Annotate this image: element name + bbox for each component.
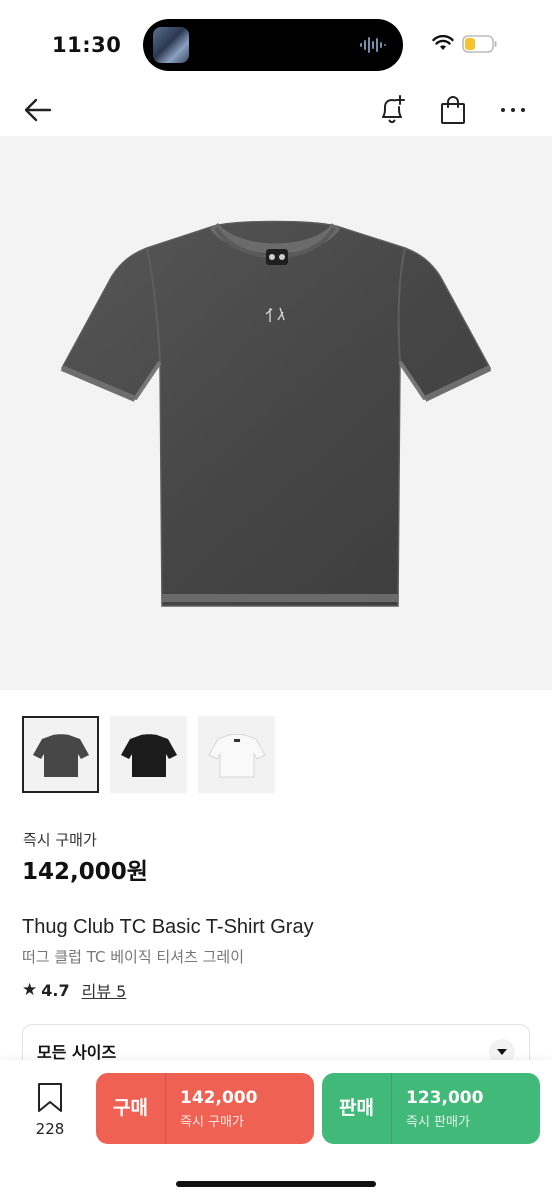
buy-sub-label: 즉시 구매가 xyxy=(180,1114,244,1130)
sell-sub-label: 즉시 판매가 xyxy=(406,1114,470,1130)
shopping-bag-icon xyxy=(441,96,465,124)
battery-icon xyxy=(462,35,497,53)
price-alert-button[interactable] xyxy=(373,90,413,130)
buy-button[interactable]: 구매 142,000 즉시 구매가 xyxy=(96,1073,314,1144)
gray-tshirt-image xyxy=(60,220,492,607)
status-time: 11:30 xyxy=(52,33,122,57)
home-indicator[interactable] xyxy=(176,1181,376,1187)
rating-row: ★ 4.7 리뷰 5 xyxy=(22,978,126,1002)
bottom-action-bar: 228 구매 142,000 즉시 구매가 판매 123,000 즉시 판매가 xyxy=(0,1060,552,1200)
white-tshirt-thumbnail xyxy=(207,733,266,777)
sell-label: 판매 xyxy=(322,1073,392,1144)
sell-price: 123,000 xyxy=(406,1087,484,1108)
wishlist-button[interactable]: 228 xyxy=(30,1082,70,1138)
buy-label: 구매 xyxy=(96,1073,166,1144)
gray-tshirt-thumbnail xyxy=(32,733,89,777)
sell-button[interactable]: 판매 123,000 즉시 판매가 xyxy=(322,1073,540,1144)
instant-buy-price-label: 즉시 구매가 xyxy=(23,831,97,849)
buy-price: 142,000 xyxy=(180,1087,258,1108)
wifi-icon xyxy=(432,35,454,50)
rating-value: 4.7 xyxy=(41,980,70,1000)
thumbnail-white[interactable] xyxy=(198,716,275,793)
thumbnail-list xyxy=(22,716,275,793)
product-hero-image[interactable] xyxy=(0,136,552,690)
more-dots-icon xyxy=(501,108,525,112)
back-arrow-icon xyxy=(24,98,52,122)
shopping-bag-button[interactable] xyxy=(433,90,473,130)
dynamic-island[interactable] xyxy=(143,19,403,71)
sell-info: 123,000 즉시 판매가 xyxy=(392,1088,483,1130)
top-nav-bar xyxy=(0,84,552,136)
back-button[interactable] xyxy=(18,90,58,130)
buy-info: 142,000 즉시 구매가 xyxy=(166,1088,257,1130)
review-link[interactable]: 리뷰 5 xyxy=(82,978,127,1002)
instant-buy-price: 142,000원 xyxy=(22,859,148,885)
product-name-english: Thug Club TC Basic T-Shirt Gray xyxy=(22,916,314,938)
now-playing-artwork xyxy=(153,27,189,63)
product-name-korean: 떠그 클럽 TC 베이직 티셔츠 그레이 xyxy=(22,948,244,966)
status-bar: 11:30 xyxy=(0,0,552,84)
black-tshirt-thumbnail xyxy=(120,733,177,777)
more-options-button[interactable] xyxy=(493,90,533,130)
thumbnail-black[interactable] xyxy=(110,716,187,793)
bookmark-icon xyxy=(38,1083,62,1112)
audio-waveform-icon xyxy=(360,37,386,53)
wishlist-count: 228 xyxy=(35,1120,65,1138)
bell-plus-icon xyxy=(382,95,405,123)
star-icon: ★ xyxy=(22,980,38,1000)
thumbnail-gray[interactable] xyxy=(22,716,99,793)
